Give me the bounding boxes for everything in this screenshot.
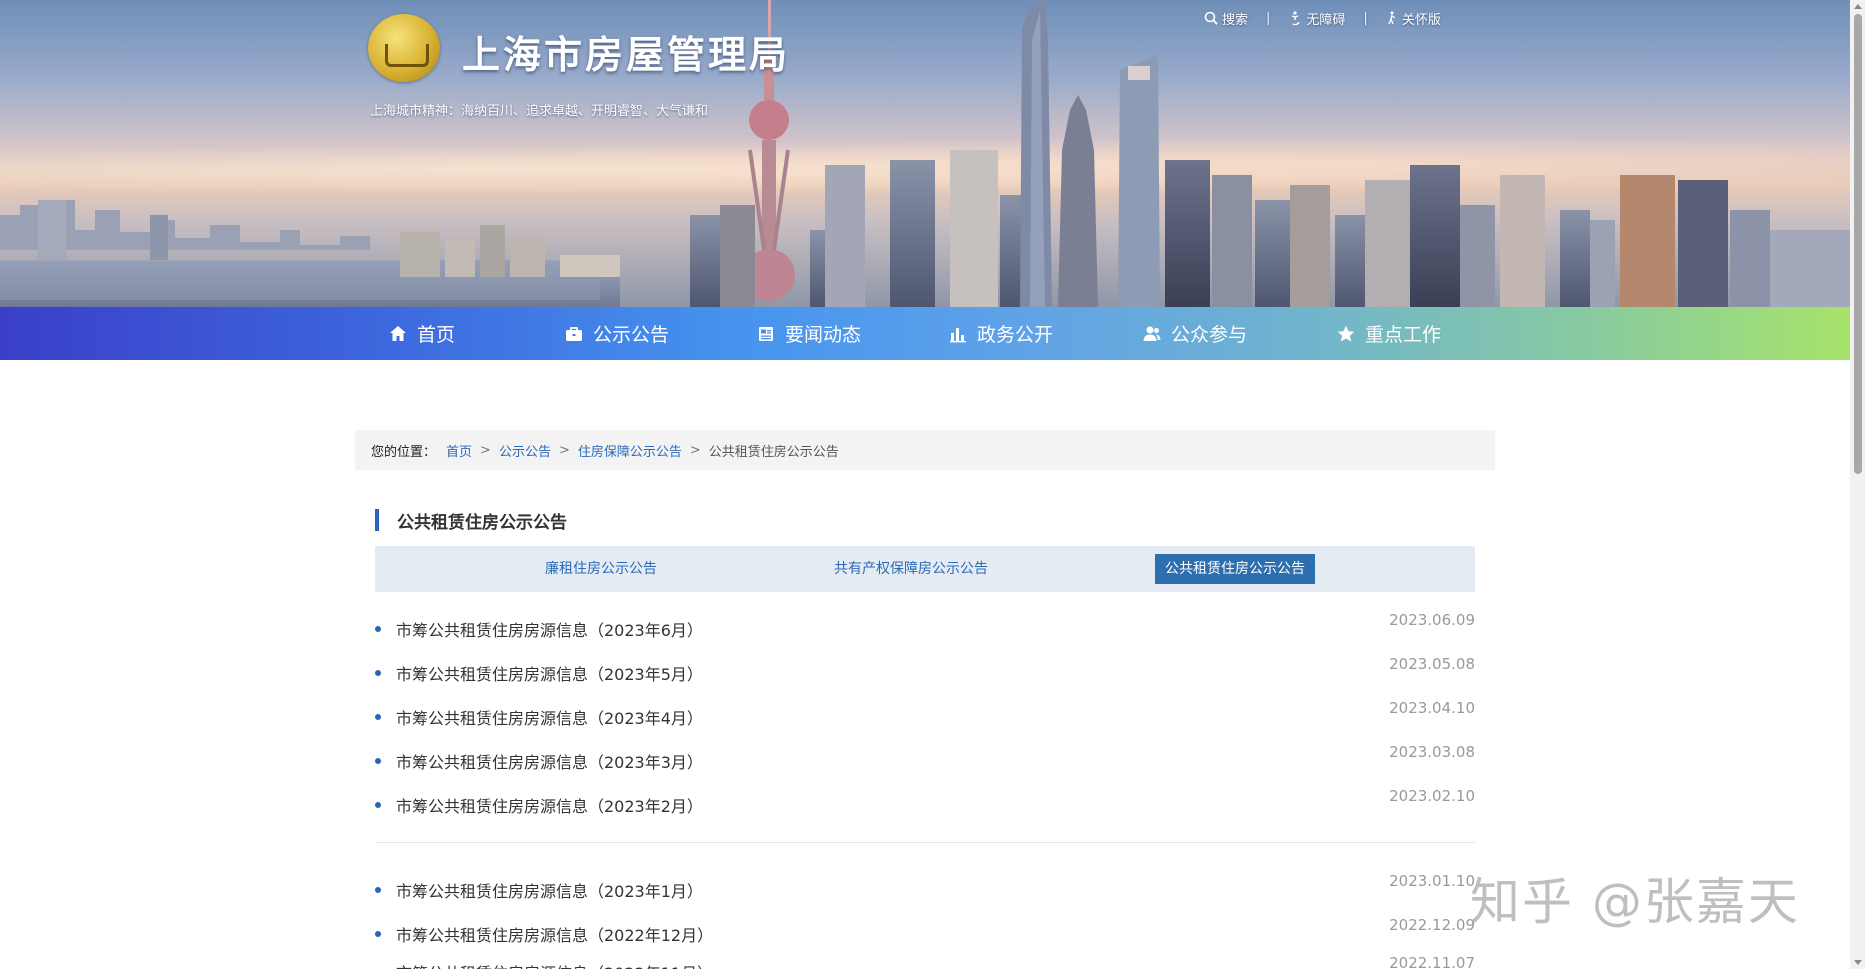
list-item[interactable]: 市筹公共租赁住房房源信息（2022年12月） 2022.12.09 (375, 916, 1475, 947)
breadcrumb-separator: > (558, 442, 570, 458)
breadcrumb-separator: > (689, 442, 701, 458)
list-item-date: 2023.03.08 (1389, 743, 1475, 761)
top-links-separator: | (1363, 10, 1368, 26)
breadcrumb-label: 您的位置： (371, 444, 437, 460)
bullet-dot-icon (375, 626, 381, 632)
accessibility-icon (1292, 11, 1301, 25)
list-item-title[interactable]: 市筹公共租赁住房房源信息（2022年12月） (396, 922, 713, 946)
list-item[interactable]: 市筹公共租赁住房房源信息（2022年11月） 2022.11.07 (375, 955, 1475, 969)
search-icon (1204, 11, 1218, 25)
list-item-title[interactable]: 市筹公共租赁住房房源信息（2023年5月） (396, 661, 703, 685)
nav-item-label: 首页 (417, 324, 456, 346)
bar-chart-icon (950, 327, 966, 342)
star-icon (1337, 325, 1355, 341)
list-item-date: 2023.05.08 (1389, 655, 1475, 673)
list-item-title[interactable]: 市筹公共租赁住房房源信息（2023年1月） (396, 878, 703, 902)
search-link-label: 搜索 (1222, 12, 1249, 28)
list-item-title[interactable]: 市筹公共租赁住房房源信息（2023年2月） (396, 793, 703, 817)
nav-item-announcements[interactable]: 公示公告 (548, 307, 740, 360)
nav-item-key-work[interactable]: 重点工作 (1320, 307, 1514, 360)
list-item-title[interactable]: 市筹公共租赁住房房源信息（2023年3月） (396, 749, 703, 773)
list-item-title[interactable]: 市筹公共租赁住房房源信息（2023年6月） (396, 617, 703, 641)
bullet-dot-icon (375, 714, 381, 720)
nav-item-home[interactable]: 首页 (372, 307, 548, 360)
category-tabs: 廉租住房公示公告 共有产权保障房公示公告 公共租赁住房公示公告 (375, 546, 1475, 592)
nav-item-label: 要闻动态 (785, 324, 862, 346)
accessibility-link-label: 无障碍 (1306, 12, 1346, 28)
elderly-care-icon (1388, 11, 1396, 25)
list-item-title[interactable]: 市筹公共租赁住房房源信息（2023年4月） (396, 705, 703, 729)
top-links-separator: | (1266, 10, 1271, 26)
scroll-up-arrow-icon[interactable] (1854, 4, 1862, 9)
list-item-date: 2022.12.09 (1389, 916, 1475, 934)
search-link[interactable]: 搜索 (1204, 9, 1248, 28)
bullet-dot-icon (375, 887, 381, 893)
list-item[interactable]: 市筹公共租赁住房房源信息（2023年6月） 2023.06.09 (375, 611, 1475, 642)
briefcase-icon (566, 326, 582, 341)
city-skyline-image (0, 0, 1850, 307)
zhihu-watermark: 知乎 @张嘉天 (1470, 873, 1800, 931)
scroll-down-arrow-icon[interactable] (1854, 960, 1862, 965)
nav-item-government-affairs[interactable]: 政务公开 (932, 307, 1126, 360)
site-title: 上海市房屋管理局 (462, 32, 791, 77)
breadcrumb-separator: > (480, 442, 491, 458)
list-item[interactable]: 市筹公共租赁住房房源信息（2023年5月） 2023.05.08 (375, 655, 1475, 686)
breadcrumb-link-home[interactable]: 首页 (446, 441, 472, 460)
nav-item-label: 政务公开 (977, 324, 1054, 346)
nav-item-label: 重点工作 (1365, 324, 1442, 346)
breadcrumb-link-announcements[interactable]: 公示公告 (499, 441, 551, 460)
list-item-title[interactable]: 市筹公共租赁住房房源信息（2022年11月） (396, 960, 713, 969)
tab-low-rent-housing[interactable]: 廉租住房公示公告 (535, 554, 667, 584)
list-item-date: 2022.11.07 (1389, 955, 1475, 969)
list-item[interactable]: 市筹公共租赁住房房源信息（2023年2月） 2023.02.10 (375, 787, 1475, 818)
list-item-date: 2023.02.10 (1389, 787, 1475, 805)
home-icon (390, 325, 406, 341)
elderly-care-link[interactable]: 关怀版 (1386, 9, 1441, 28)
list-item[interactable]: 市筹公共租赁住房房源信息（2023年3月） 2023.03.08 (375, 743, 1475, 774)
scrollbar-thumb[interactable] (1854, 14, 1862, 474)
list-item-date: 2023.06.09 (1389, 611, 1475, 629)
site-slogan: 上海城市精神：海纳百川、追求卓越、开明睿智、大气谦和 (370, 104, 709, 119)
list-item-date: 2023.01.10 (1389, 872, 1475, 890)
tab-shared-ownership-housing[interactable]: 共有产权保障房公示公告 (824, 554, 998, 584)
bullet-dot-icon (375, 931, 381, 937)
nav-item-label: 公示公告 (593, 324, 670, 346)
users-icon (1143, 326, 1161, 341)
page-scrollbar[interactable] (1850, 0, 1865, 969)
news-icon (759, 326, 773, 341)
list-item[interactable]: 市筹公共租赁住房房源信息（2023年4月） 2023.04.10 (375, 699, 1475, 730)
nav-item-news[interactable]: 要闻动态 (740, 307, 932, 360)
bullet-dot-icon (375, 670, 381, 676)
elderly-care-link-label: 关怀版 (1401, 12, 1441, 28)
header-banner: 上海市房屋管理局 上海城市精神：海纳百川、追求卓越、开明睿智、大气谦和 搜索 |… (0, 0, 1850, 307)
section-title-text: 公共租赁住房公示公告 (397, 512, 567, 533)
breadcrumb: 您的位置： 首页 > 公示公告 > 住房保障公示公告 > 公共租赁住房公示公告 (355, 430, 1495, 470)
tab-public-rental-housing[interactable]: 公共租赁住房公示公告 (1155, 554, 1315, 584)
top-utility-links: 搜索 | 无障碍 | 关怀版 (1204, 8, 1441, 28)
list-item[interactable]: 市筹公共租赁住房房源信息（2023年1月） 2023.01.10 (375, 872, 1475, 903)
bullet-dot-icon (375, 758, 381, 764)
accessibility-link[interactable]: 无障碍 (1288, 9, 1345, 28)
nav-item-public-participation[interactable]: 公众参与 (1126, 307, 1320, 360)
list-item-date: 2023.04.10 (1389, 699, 1475, 717)
section-title: 公共租赁住房公示公告 (375, 509, 567, 533)
breadcrumb-current: 公共租赁住房公示公告 (708, 444, 839, 460)
emblem-icon (368, 14, 440, 82)
nav-item-label: 公众参与 (1171, 324, 1248, 346)
bullet-dot-icon (375, 802, 381, 808)
list-divider (375, 842, 1475, 843)
main-nav: 首页 公示公告 要闻动态 政务公开 公众参与 重点工作 (0, 307, 1850, 360)
breadcrumb-link-housing-security[interactable]: 住房保障公示公告 (578, 441, 682, 460)
